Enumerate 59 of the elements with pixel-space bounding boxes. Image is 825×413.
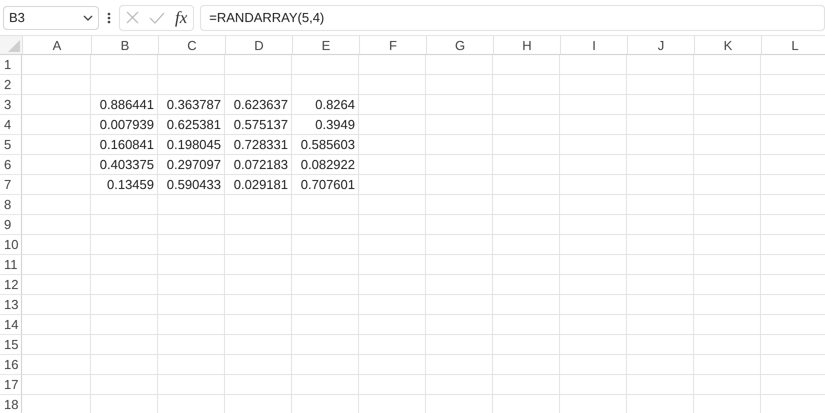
table-cell-text: 0.707601 [300,176,356,194]
column-header[interactable]: B [91,36,158,55]
column-header[interactable]: F [359,36,426,55]
row-header[interactable]: 6 [0,155,22,175]
table-cell-text: 0.625381 [166,116,222,134]
column-header[interactable]: E [292,36,359,55]
row-header[interactable]: 7 [0,175,22,195]
row-header[interactable]: 11 [0,255,22,275]
column-header[interactable]: A [22,36,91,55]
table-cell-text: 0.363787 [166,96,222,114]
table-cell-text: 0.072183 [232,156,289,174]
row-header[interactable]: 18 [0,395,22,413]
table-cell-text: 0.403375 [98,156,155,174]
checkmark-icon[interactable] [149,12,165,24]
name-box[interactable]: B3 [3,6,99,30]
column-header[interactable]: D [225,36,292,55]
row-header[interactable]: 1 [0,55,22,75]
row-header[interactable]: 10 [0,235,22,255]
column-header[interactable]: C [158,36,225,55]
table-cell-text: 0.623637 [232,96,289,114]
row-header[interactable]: 9 [0,215,22,235]
row-header[interactable]: 13 [0,295,22,315]
select-all-corner[interactable] [0,36,22,55]
table-cell-text: 0.029181 [232,176,289,194]
row-header[interactable]: 12 [0,275,22,295]
table-cell-text: 0.160841 [98,136,155,154]
table-cell-text: 0.8264 [314,96,356,114]
more-icon[interactable] [107,12,111,24]
column-header[interactable]: L [761,36,825,55]
row-header[interactable]: 14 [0,315,22,335]
table-cell-text: 0.198045 [166,136,222,154]
table-cell-text: 0.007939 [98,116,155,134]
table-cell-text: 0.590433 [166,176,222,194]
table-cell-text: 0.886441 [98,96,155,114]
row-header[interactable]: 2 [0,75,22,95]
triangle-icon [8,40,20,52]
row-header[interactable]: 4 [0,115,22,135]
column-header[interactable]: G [426,36,493,55]
close-icon[interactable] [126,11,139,24]
column-header[interactable]: I [560,36,627,55]
table-cell-text: 0.585603 [300,136,356,154]
row-header[interactable]: 3 [0,95,22,115]
table-cell-text: 0.3949 [314,116,356,134]
insert-function-button[interactable]: fx [175,8,188,28]
row-header[interactable]: 5 [0,135,22,155]
row-header[interactable]: 16 [0,355,22,375]
table-cell-text: 0.082922 [300,156,356,174]
table-cell-text: 0.575137 [232,116,289,134]
column-header[interactable]: K [694,36,761,55]
column-header[interactable]: J [627,36,694,55]
table-cell-text: 0.728331 [232,136,289,154]
table-cell-text: 0.297097 [166,156,222,174]
row-header[interactable]: 8 [0,195,22,215]
table-cell-text: 0.13459 [106,176,155,194]
row-header[interactable]: 15 [0,335,22,355]
formula-field[interactable]: =RANDARRAY(5,4) [200,4,825,30]
chevron-down-icon [83,14,93,20]
column-header[interactable]: H [493,36,560,55]
row-header[interactable]: 17 [0,375,22,395]
